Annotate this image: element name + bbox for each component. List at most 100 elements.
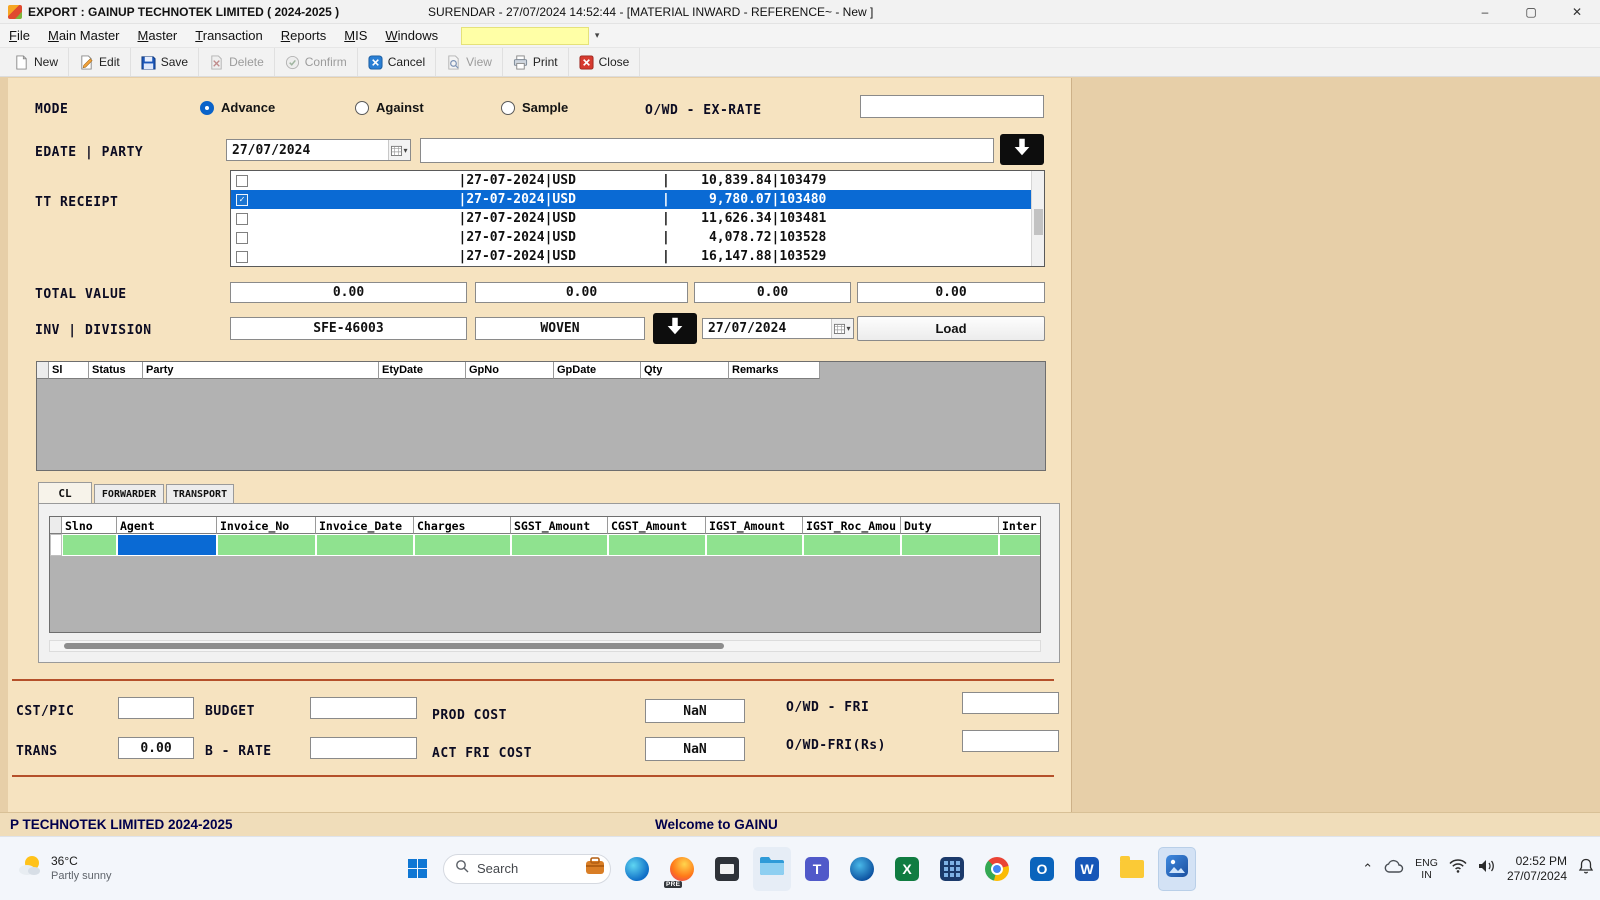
checkbox-checked-icon[interactable]: ✓: [236, 194, 248, 206]
grid-horizontal-scrollbar[interactable]: [49, 640, 1041, 652]
file-explorer-icon[interactable]: [753, 847, 791, 891]
mode-radio-advance[interactable]: Advance: [200, 100, 275, 115]
cell-duty[interactable]: [901, 534, 999, 556]
cancel-button[interactable]: Cancel: [358, 48, 436, 76]
menu-main-master[interactable]: Main Master: [39, 25, 129, 46]
calendar-icon[interactable]: ▾: [831, 319, 853, 338]
checkbox-icon[interactable]: [236, 251, 248, 263]
fetch-invoice-button[interactable]: [653, 313, 697, 344]
invoice-no-input[interactable]: SFE-46003: [230, 317, 467, 340]
scrollbar-thumb[interactable]: [1034, 209, 1043, 235]
maximize-button[interactable]: ▢: [1508, 0, 1554, 24]
cell-igst-amount[interactable]: [706, 534, 803, 556]
cell-inter[interactable]: [999, 534, 1041, 556]
inv-date-picker[interactable]: 27/07/2024 ▾: [702, 318, 854, 339]
trans-input[interactable]: 0.00: [118, 737, 194, 759]
cell-igst-roc-amount[interactable]: [803, 534, 901, 556]
edge-beta-icon[interactable]: [843, 847, 881, 891]
combo-dropdown-icon[interactable]: ▾: [589, 27, 605, 45]
tray-chevron-up-icon[interactable]: ⌃: [1362, 861, 1373, 877]
delete-button[interactable]: Delete: [199, 48, 275, 76]
dark-window-icon[interactable]: [708, 847, 746, 891]
menu-file[interactable]: File: [0, 25, 39, 46]
tt-receipt-row[interactable]: |27-07-2024|USD | 10,839.84|103479: [231, 171, 1044, 190]
column-header: Party: [143, 362, 379, 379]
confirm-button[interactable]: Confirm: [275, 48, 358, 76]
clock[interactable]: 02:52 PM 27/07/2024: [1507, 854, 1567, 884]
cell-slno[interactable]: [62, 534, 117, 556]
taskbar-search[interactable]: Search: [443, 854, 611, 884]
volume-icon[interactable]: [1478, 859, 1496, 878]
owd-fri-rs-input[interactable]: [962, 730, 1059, 752]
edge-icon[interactable]: [618, 847, 656, 891]
calendar-icon[interactable]: ▾: [388, 140, 410, 160]
photos-icon[interactable]: [1158, 847, 1196, 891]
minimize-button[interactable]: –: [1462, 0, 1508, 24]
close-button[interactable]: Close: [569, 48, 641, 76]
list-scrollbar[interactable]: [1031, 171, 1044, 266]
checkbox-icon[interactable]: [236, 232, 248, 244]
cell-invoice-date[interactable]: [316, 534, 414, 556]
firefox-icon[interactable]: PRE: [663, 847, 701, 891]
fetch-receipts-button[interactable]: [1000, 134, 1044, 165]
tt-receipt-row[interactable]: |27-07-2024|USD | 16,147.88|103529: [231, 247, 1044, 266]
tab-transport[interactable]: TRANSPORT: [166, 484, 234, 503]
row-selector-cell[interactable]: [50, 534, 62, 556]
menu-windows[interactable]: Windows: [376, 25, 447, 46]
excel-icon[interactable]: X: [888, 847, 926, 891]
outlook-icon[interactable]: O: [1023, 847, 1061, 891]
cell-agent-selected[interactable]: [117, 534, 217, 556]
notification-bell-icon[interactable]: [1578, 858, 1594, 879]
new-button[interactable]: New: [4, 48, 69, 76]
close-window-button[interactable]: ✕: [1554, 0, 1600, 24]
mode-radio-sample[interactable]: Sample: [501, 100, 568, 115]
cst-pic-input[interactable]: [118, 697, 194, 719]
menu-transaction[interactable]: Transaction: [186, 25, 271, 46]
view-button[interactable]: View: [436, 48, 503, 76]
checkbox-icon[interactable]: [236, 213, 248, 225]
wifi-icon[interactable]: [1449, 859, 1467, 878]
mode-radio-against[interactable]: Against: [355, 100, 424, 115]
edate-picker[interactable]: 27/07/2024 ▾: [226, 139, 411, 161]
weather-widget[interactable]: 36°C Partly sunny: [8, 837, 120, 900]
tt-receipt-row[interactable]: |27-07-2024|USD | 11,626.34|103481: [231, 209, 1044, 228]
division-input[interactable]: WOVEN: [475, 317, 645, 340]
scrollbar-thumb[interactable]: [64, 643, 724, 649]
cell-invoice-no[interactable]: [217, 534, 316, 556]
quick-search-combo[interactable]: [461, 27, 589, 45]
grid-app-icon[interactable]: [933, 847, 971, 891]
tt-receipt-row-selected[interactable]: ✓ |27-07-2024|USD | 9,780.07|103480: [231, 190, 1044, 209]
prod-cost-value[interactable]: NaN: [645, 699, 745, 723]
cell-charges[interactable]: [414, 534, 511, 556]
tab-cl[interactable]: CL: [38, 482, 92, 503]
word-icon[interactable]: W: [1068, 847, 1106, 891]
load-button[interactable]: Load: [857, 316, 1045, 341]
menu-master[interactable]: Master: [129, 25, 187, 46]
act-fri-cost-value[interactable]: NaN: [645, 737, 745, 761]
edit-button[interactable]: Edit: [69, 48, 131, 76]
checkbox-icon[interactable]: [236, 175, 248, 187]
exrate-input[interactable]: [860, 95, 1044, 118]
save-button[interactable]: Save: [131, 48, 199, 76]
menu-mis[interactable]: MIS: [335, 25, 376, 46]
print-button[interactable]: Print: [503, 48, 569, 76]
owd-fri-input[interactable]: [962, 692, 1059, 714]
onedrive-icon[interactable]: [1384, 859, 1404, 878]
party-input[interactable]: [420, 138, 994, 163]
cell-sgst-amount[interactable]: [511, 534, 608, 556]
teams-icon[interactable]: T: [798, 847, 836, 891]
tab-forwarder[interactable]: FORWARDER: [94, 484, 164, 503]
folder-icon[interactable]: [1113, 847, 1151, 891]
tt-receipt-row[interactable]: |27-07-2024|USD | 4,078.72|103528: [231, 228, 1044, 247]
start-button[interactable]: [398, 847, 436, 891]
language-indicator[interactable]: ENG IN: [1415, 857, 1438, 881]
total-value-2[interactable]: 0.00: [475, 282, 688, 303]
total-value-3[interactable]: 0.00: [694, 282, 851, 303]
b-rate-input[interactable]: [310, 737, 417, 759]
cell-cgst-amount[interactable]: [608, 534, 706, 556]
total-value-4[interactable]: 0.00: [857, 282, 1045, 303]
menu-reports[interactable]: Reports: [272, 25, 336, 46]
budget-input[interactable]: [310, 697, 417, 719]
chrome-icon[interactable]: [978, 847, 1016, 891]
total-value-1[interactable]: 0.00: [230, 282, 467, 303]
